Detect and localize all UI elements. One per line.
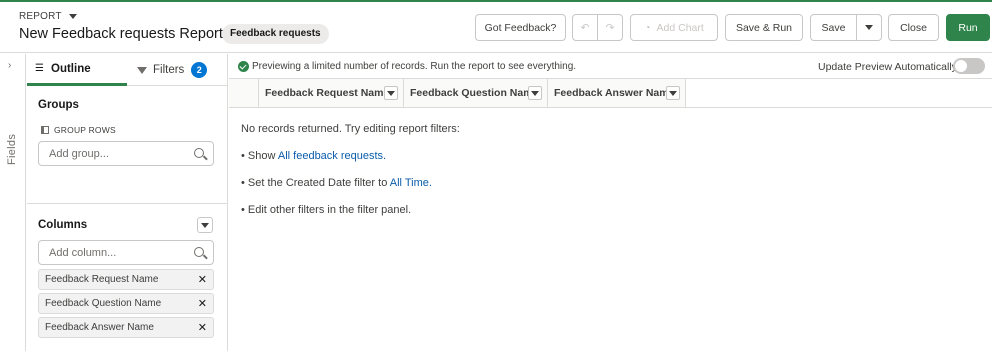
chevron-down-icon	[68, 14, 77, 19]
columns-menu-button[interactable]	[197, 217, 213, 233]
update-preview-label: Update Preview Automatically	[818, 61, 957, 73]
empty-hint-show: • Show All feedback requests.	[241, 150, 386, 162]
report-title: New Feedback requests Report ✎	[19, 26, 238, 42]
close-button[interactable]: Close	[888, 14, 939, 41]
column-header-label: Feedback Question Name	[410, 87, 539, 99]
tab-filters[interactable]: Filters 2	[135, 54, 228, 86]
groups-title: Groups	[38, 99, 79, 111]
empty-hint-date: • Set the Created Date filter to All Tim…	[241, 177, 432, 189]
filter-icon	[137, 66, 147, 74]
report-header: REPORT New Feedback requests Report ✎ Fe…	[0, 2, 992, 53]
list-icon: ☰	[35, 63, 44, 74]
row-number-header	[229, 79, 259, 107]
fields-panel-toggle[interactable]: › Fields	[0, 54, 26, 351]
fields-label: Fields	[6, 133, 18, 165]
column-pill-label: Feedback Answer Name	[45, 322, 154, 333]
redo-button[interactable]: ↷	[597, 14, 623, 41]
column-pill[interactable]: Feedback Request Name ✕	[38, 269, 214, 290]
undo-icon: ↶	[580, 21, 590, 34]
column-pill[interactable]: Feedback Answer Name ✕	[38, 317, 214, 338]
section-divider	[27, 203, 228, 204]
add-column-input[interactable]: Add column...	[38, 240, 214, 265]
add-group-placeholder: Add group...	[49, 147, 109, 160]
panel-tabs: ☰ Outline Filters 2	[27, 54, 227, 86]
tab-filters-label: Filters	[153, 64, 185, 76]
rows-icon	[41, 126, 49, 134]
search-icon	[194, 247, 204, 257]
report-label-text: REPORT	[19, 11, 62, 22]
chart-icon: ◔	[644, 21, 651, 34]
table-header: Feedback Request Name Feedback Question …	[229, 78, 992, 108]
chevron-right-icon: ›	[8, 60, 12, 71]
chevron-down-icon[interactable]	[528, 86, 542, 100]
columns-title: Columns	[38, 219, 88, 231]
save-menu-button[interactable]	[856, 14, 882, 41]
outline-panel: ☰ Outline Filters 2 Groups GROUP ROWS Ad…	[27, 54, 228, 351]
report-type-label[interactable]: REPORT	[19, 11, 77, 22]
success-check-icon	[238, 61, 249, 72]
preview-bar: Previewing a limited number of records. …	[229, 54, 992, 78]
all-time-link[interactable]: All Time.	[390, 177, 432, 189]
report-preview: Previewing a limited number of records. …	[229, 54, 992, 351]
filters-count-badge: 2	[191, 62, 208, 78]
chevron-down-icon[interactable]	[384, 86, 398, 100]
chevron-down-icon[interactable]	[666, 86, 680, 100]
got-feedback-button[interactable]: Got Feedback?	[475, 14, 566, 41]
hint-text: • Show	[241, 150, 278, 162]
run-button[interactable]: Run	[946, 14, 990, 41]
add-chart-label: Add Chart	[656, 21, 704, 34]
column-header[interactable]: Feedback Answer Name	[548, 79, 686, 107]
column-header-label: Feedback Request Name	[265, 87, 390, 99]
group-rows-label: GROUP ROWS	[41, 125, 116, 135]
column-header[interactable]: Feedback Question Name	[404, 79, 548, 107]
add-group-input[interactable]: Add group...	[38, 141, 214, 166]
hint-text: • Set the Created Date filter to	[241, 177, 390, 189]
all-feedback-requests-link[interactable]: All feedback requests.	[278, 150, 386, 162]
redo-icon: ↷	[605, 21, 615, 34]
save-and-run-button[interactable]: Save & Run	[725, 14, 803, 41]
close-icon[interactable]: ✕	[198, 297, 207, 310]
column-pill[interactable]: Feedback Question Name ✕	[38, 293, 214, 314]
tab-outline[interactable]: ☰ Outline	[27, 54, 127, 86]
add-chart-button[interactable]: ◔ Add Chart	[630, 14, 718, 41]
search-icon	[194, 148, 204, 158]
empty-message: No records returned. Try editing report …	[241, 123, 460, 135]
empty-hint-filters: • Edit other filters in the filter panel…	[241, 204, 412, 216]
column-header[interactable]: Feedback Request Name	[259, 79, 404, 107]
tab-outline-label: Outline	[51, 62, 91, 75]
report-type-pill: Feedback requests	[222, 24, 329, 44]
column-header-label: Feedback Answer Name	[554, 87, 675, 99]
group-rows-text: GROUP ROWS	[54, 125, 116, 135]
save-button[interactable]: Save	[810, 14, 857, 41]
close-icon[interactable]: ✕	[198, 321, 207, 334]
chevron-down-icon	[865, 25, 873, 30]
add-column-placeholder: Add column...	[49, 246, 117, 259]
column-pill-label: Feedback Question Name	[45, 298, 162, 309]
undo-button[interactable]: ↶	[572, 14, 598, 41]
report-title-text: New Feedback requests Report	[19, 26, 223, 42]
column-pill-label: Feedback Request Name	[45, 274, 159, 285]
close-icon[interactable]: ✕	[198, 273, 207, 286]
preview-message: Previewing a limited number of records. …	[252, 61, 577, 72]
update-preview-toggle[interactable]	[953, 58, 985, 74]
